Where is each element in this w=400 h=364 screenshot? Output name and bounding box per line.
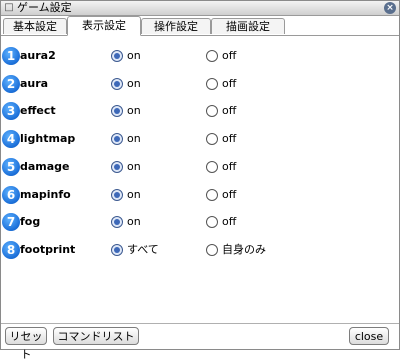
radio-fog-a[interactable]: [111, 216, 123, 228]
close-button[interactable]: close: [349, 327, 389, 345]
number-1-icon: 1: [2, 47, 20, 65]
title-bar[interactable]: □ ゲーム設定 ×: [1, 1, 399, 16]
option-label: aura: [20, 77, 49, 90]
game-settings-window: □ ゲーム設定 × 基本設定 表示設定 操作設定 描画設定 1 aura2 on of…: [0, 0, 400, 361]
option-row-effect: 3 effect on off: [1, 100, 399, 122]
radio-lightmap-b[interactable]: [206, 133, 218, 145]
number-8-icon: 8: [2, 241, 20, 259]
option-label: mapinfo: [20, 188, 71, 201]
number-3-icon: 3: [2, 102, 20, 120]
radio-label-a[interactable]: on: [127, 128, 141, 150]
number-2-icon: 2: [2, 75, 20, 93]
radio-label-a[interactable]: on: [127, 184, 141, 206]
radio-damage-b[interactable]: [206, 161, 218, 173]
radio-label-a[interactable]: on: [127, 156, 141, 178]
tab-basic-settings[interactable]: 基本設定: [3, 18, 67, 34]
option-row-mapinfo: 6 mapinfo on off: [1, 184, 399, 206]
tab-render-settings[interactable]: 描画設定: [211, 18, 285, 34]
option-row-footprint: 8 footprint すべて 自身のみ: [1, 239, 399, 261]
number-6-icon: 6: [2, 186, 20, 204]
option-row-lightmap: 4 lightmap on off: [1, 128, 399, 150]
radio-footprint-b[interactable]: [206, 244, 218, 256]
option-row-damage: 5 damage on off: [1, 156, 399, 178]
radio-label-a[interactable]: on: [127, 100, 141, 122]
radio-aura-a[interactable]: [111, 78, 123, 90]
radio-aura-b[interactable]: [206, 78, 218, 90]
tab-control-settings[interactable]: 操作設定: [141, 18, 211, 34]
radio-effect-b[interactable]: [206, 105, 218, 117]
option-row-fog: 7 fog on off: [1, 211, 399, 233]
number-7-icon: 7: [2, 213, 20, 231]
option-row-aura: 2 aura on off: [1, 73, 399, 95]
radio-footprint-a[interactable]: [111, 244, 123, 256]
radio-label-a[interactable]: すべて: [127, 239, 159, 261]
tab-display-settings[interactable]: 表示設定: [67, 16, 141, 36]
window-menu-icon: □: [4, 2, 14, 13]
radio-aura2-b[interactable]: [206, 50, 218, 62]
option-label: effect: [20, 104, 56, 117]
radio-damage-a[interactable]: [111, 161, 123, 173]
radio-label-b[interactable]: off: [222, 184, 236, 206]
number-5-icon: 5: [2, 158, 20, 176]
command-list-button[interactable]: コマンドリスト: [53, 327, 139, 345]
radio-label-b[interactable]: off: [222, 73, 236, 95]
option-row-aura2: 1 aura2 on off: [1, 45, 399, 67]
radio-label-b[interactable]: off: [222, 45, 236, 67]
option-label: footprint: [20, 243, 76, 256]
reset-button[interactable]: リセット: [5, 327, 47, 361]
radio-label-a[interactable]: on: [127, 73, 141, 95]
close-icon[interactable]: ×: [384, 2, 396, 14]
radio-label-b[interactable]: off: [222, 211, 236, 233]
radio-label-a[interactable]: on: [127, 211, 141, 233]
radio-mapinfo-a[interactable]: [111, 189, 123, 201]
tab-bar: 基本設定 表示設定 操作設定 描画設定: [1, 16, 399, 36]
footer-divider: [1, 323, 399, 324]
radio-label-b[interactable]: 自身のみ: [222, 239, 266, 261]
option-label: damage: [20, 160, 70, 173]
radio-label-b[interactable]: off: [222, 100, 236, 122]
window-title: ゲーム設定: [17, 1, 72, 14]
option-label: fog: [20, 215, 41, 228]
option-label: aura2: [20, 49, 56, 62]
radio-aura2-a[interactable]: [111, 50, 123, 62]
radio-lightmap-a[interactable]: [111, 133, 123, 145]
option-label: lightmap: [20, 132, 76, 145]
radio-label-a[interactable]: on: [127, 45, 141, 67]
radio-mapinfo-b[interactable]: [206, 189, 218, 201]
radio-label-b[interactable]: off: [222, 156, 236, 178]
radio-label-b[interactable]: off: [222, 128, 236, 150]
number-4-icon: 4: [2, 130, 20, 148]
radio-fog-b[interactable]: [206, 216, 218, 228]
radio-effect-a[interactable]: [111, 105, 123, 117]
